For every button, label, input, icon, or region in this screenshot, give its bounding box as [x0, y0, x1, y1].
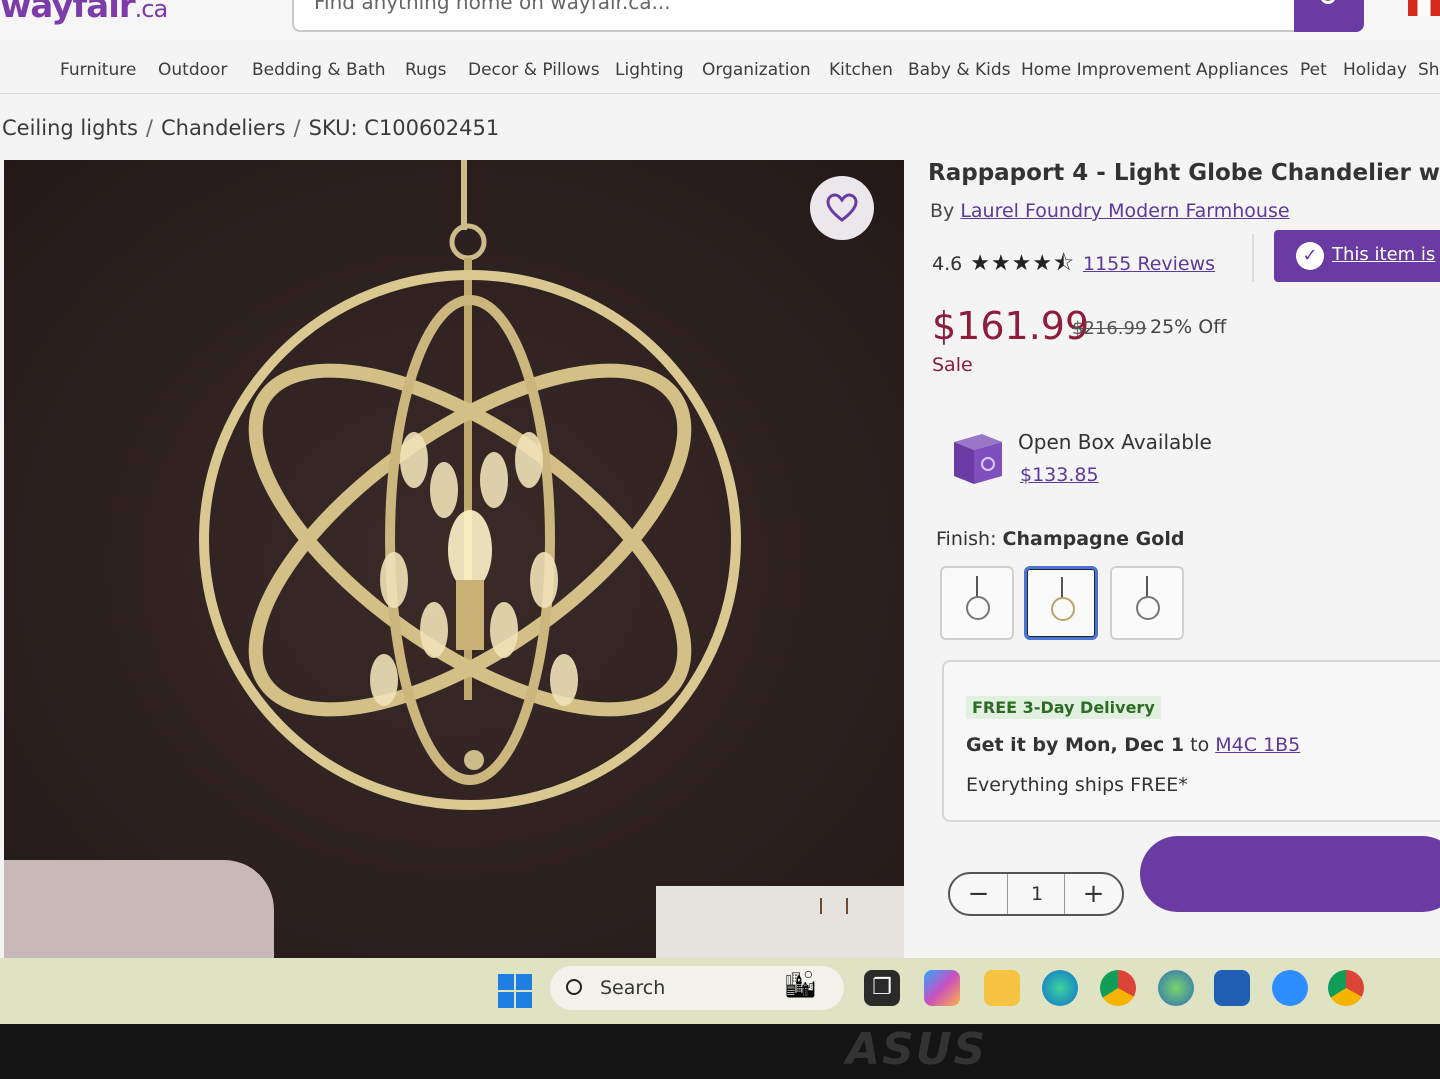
chrome-profile-icon[interactable]: [1328, 970, 1364, 1006]
divider: [1252, 234, 1254, 282]
favorite-button[interactable]: [810, 176, 874, 240]
rating-row: 4.6 ★★★★⯪ 1155 Reviews: [932, 246, 1215, 284]
swatch-chandelier-icon: [1136, 596, 1160, 620]
swatch-cord: [1146, 576, 1148, 598]
open-box-price-link[interactable]: $133.85: [1020, 464, 1099, 486]
search-input[interactable]: Find anything home on wayfair.ca...: [292, 0, 1302, 32]
breadcrumb-separator: /: [293, 116, 301, 140]
nav-item-decor-pillows[interactable]: Decor & Pillows: [468, 60, 600, 80]
cabinet-handle: [846, 898, 848, 914]
breadcrumb-sku: SKU: C100602451: [308, 116, 500, 140]
nav-item-outdoor[interactable]: Outdoor: [158, 60, 227, 80]
brand-link[interactable]: Laurel Foundry Modern Farmhouse: [960, 200, 1289, 222]
search-button[interactable]: [1294, 0, 1364, 32]
nav-item-appliances[interactable]: Appliances: [1196, 60, 1289, 80]
copilot-icon[interactable]: [924, 970, 960, 1006]
nav-item-pet[interactable]: Pet: [1300, 60, 1327, 80]
free-delivery-tag: FREE 3-Day Delivery: [966, 696, 1161, 719]
browser-window: wayfair.ca Find anything home on wayfair…: [0, 0, 1440, 960]
quantity-value[interactable]: 1: [1008, 874, 1066, 914]
breadcrumb-chandeliers[interactable]: Chandeliers: [161, 116, 286, 140]
swatch-black[interactable]: [940, 566, 1014, 640]
original-price: $216.99: [1072, 318, 1147, 339]
site-header: wayfair.ca Find anything home on wayfair…: [0, 0, 1440, 40]
asus-logo: ASUS: [846, 1024, 988, 1075]
quantity-decrease-button[interactable]: −: [950, 874, 1008, 914]
task-view-icon[interactable]: ❐: [864, 970, 900, 1006]
nav-item-kitchen[interactable]: Kitchen: [829, 60, 893, 80]
product-title: Rappaport 4 - Light Globe Chandelier wit…: [928, 160, 1440, 186]
open-box-title: Open Box Available: [1018, 430, 1212, 454]
ships-free-text: Everything ships FREE*: [966, 774, 1188, 796]
nav-item-rugs[interactable]: Rugs: [405, 60, 446, 80]
sale-label: Sale: [932, 354, 973, 376]
swatch-cord: [1061, 577, 1063, 599]
file-explorer-icon[interactable]: [984, 970, 1020, 1006]
nav-item-holiday[interactable]: Holiday: [1343, 60, 1407, 80]
monitor-bezel: [0, 1024, 1440, 1079]
edge-icon[interactable]: [1042, 970, 1078, 1006]
sale-price: $161.99: [932, 304, 1090, 348]
taskbar-search-label: Search: [600, 977, 666, 999]
store-icon[interactable]: [1214, 970, 1250, 1006]
open-box-icon: [954, 434, 1002, 484]
search-icon: [1320, 0, 1336, 4]
nav-item-organization[interactable]: Organization: [702, 60, 811, 80]
nav-item-home-improvement[interactable]: Home Improvement: [1021, 60, 1191, 80]
cabinet-backdrop: [656, 886, 904, 960]
swatch-champagne-gold[interactable]: [1024, 566, 1098, 640]
search-placeholder: Find anything home on wayfair.ca...: [314, 0, 671, 14]
windows-start-icon[interactable]: [498, 974, 532, 1008]
product-image[interactable]: [4, 160, 904, 960]
chandelier-illustration: [199, 160, 741, 810]
swatch-cord: [976, 576, 978, 598]
finish-value: Champagne Gold: [1002, 528, 1185, 550]
verified-check-icon: ✓: [1296, 242, 1324, 270]
quantity-increase-button[interactable]: +: [1064, 874, 1122, 914]
reviews-link[interactable]: 1155 Reviews: [1083, 253, 1215, 275]
verified-badge-button[interactable]: ✓ This item is: [1274, 230, 1440, 282]
swatch-chandelier-icon: [966, 596, 990, 620]
category-nav: Furniture Outdoor Bedding & Bath Rugs De…: [0, 44, 1440, 94]
nav-item-baby-kids[interactable]: Baby & Kids: [908, 60, 1011, 80]
canada-flag-icon[interactable]: [1408, 0, 1440, 16]
badge-text: This item is: [1332, 244, 1436, 265]
postal-code-link[interactable]: M4C 1B5: [1215, 734, 1300, 756]
swatch-chandelier-icon: [1051, 597, 1075, 621]
search-icon: [566, 979, 582, 995]
delivery-box: FREE 3-Day Delivery Get it by Mon, Dec 1…: [942, 660, 1440, 822]
sofa-backdrop: [4, 860, 274, 960]
search-highlight-icon: 🏙: [784, 970, 818, 1000]
heart-icon: [826, 193, 858, 222]
zoom-icon[interactable]: [1272, 970, 1308, 1006]
quantity-stepper: − 1 +: [948, 872, 1124, 916]
globe-app-icon[interactable]: [1158, 970, 1194, 1006]
cabinet-handle: [820, 898, 822, 914]
finish-label: Finish: Champagne Gold: [936, 528, 1185, 550]
nav-item-lighting[interactable]: Lighting: [615, 60, 684, 80]
screen: wayfair.ca Find anything home on wayfair…: [0, 0, 1440, 1079]
breadcrumb-ceiling-lights[interactable]: Ceiling lights: [2, 116, 138, 140]
product-details: Rappaport 4 - Light Globe Chandelier wit…: [904, 150, 1440, 960]
wayfair-logo[interactable]: wayfair.ca: [0, 0, 168, 26]
add-to-cart-button[interactable]: [1140, 836, 1440, 912]
nav-item-shop[interactable]: Sho: [1418, 60, 1440, 80]
taskbar-search[interactable]: Search 🏙: [550, 966, 844, 1010]
windows-taskbar: Search 🏙 ❐: [0, 958, 1440, 1024]
breadcrumb: Ceiling lights / Chandeliers / SKU: C1006024…: [2, 116, 505, 140]
brand-line: By Laurel Foundry Modern Farmhouse: [930, 200, 1290, 222]
nav-item-furniture[interactable]: Furniture: [60, 60, 136, 80]
breadcrumb-separator: /: [145, 116, 153, 140]
swatch-silver[interactable]: [1110, 566, 1184, 640]
chrome-icon[interactable]: [1100, 970, 1136, 1006]
discount-label: 25% Off: [1150, 316, 1227, 338]
star-rating-icon: ★★★★⯪: [970, 251, 1075, 276]
nav-item-bedding-bath[interactable]: Bedding & Bath: [252, 60, 386, 80]
rating-value: 4.6: [932, 253, 963, 275]
delivery-date: Get it by Mon, Dec 1 to M4C 1B5: [966, 734, 1301, 756]
